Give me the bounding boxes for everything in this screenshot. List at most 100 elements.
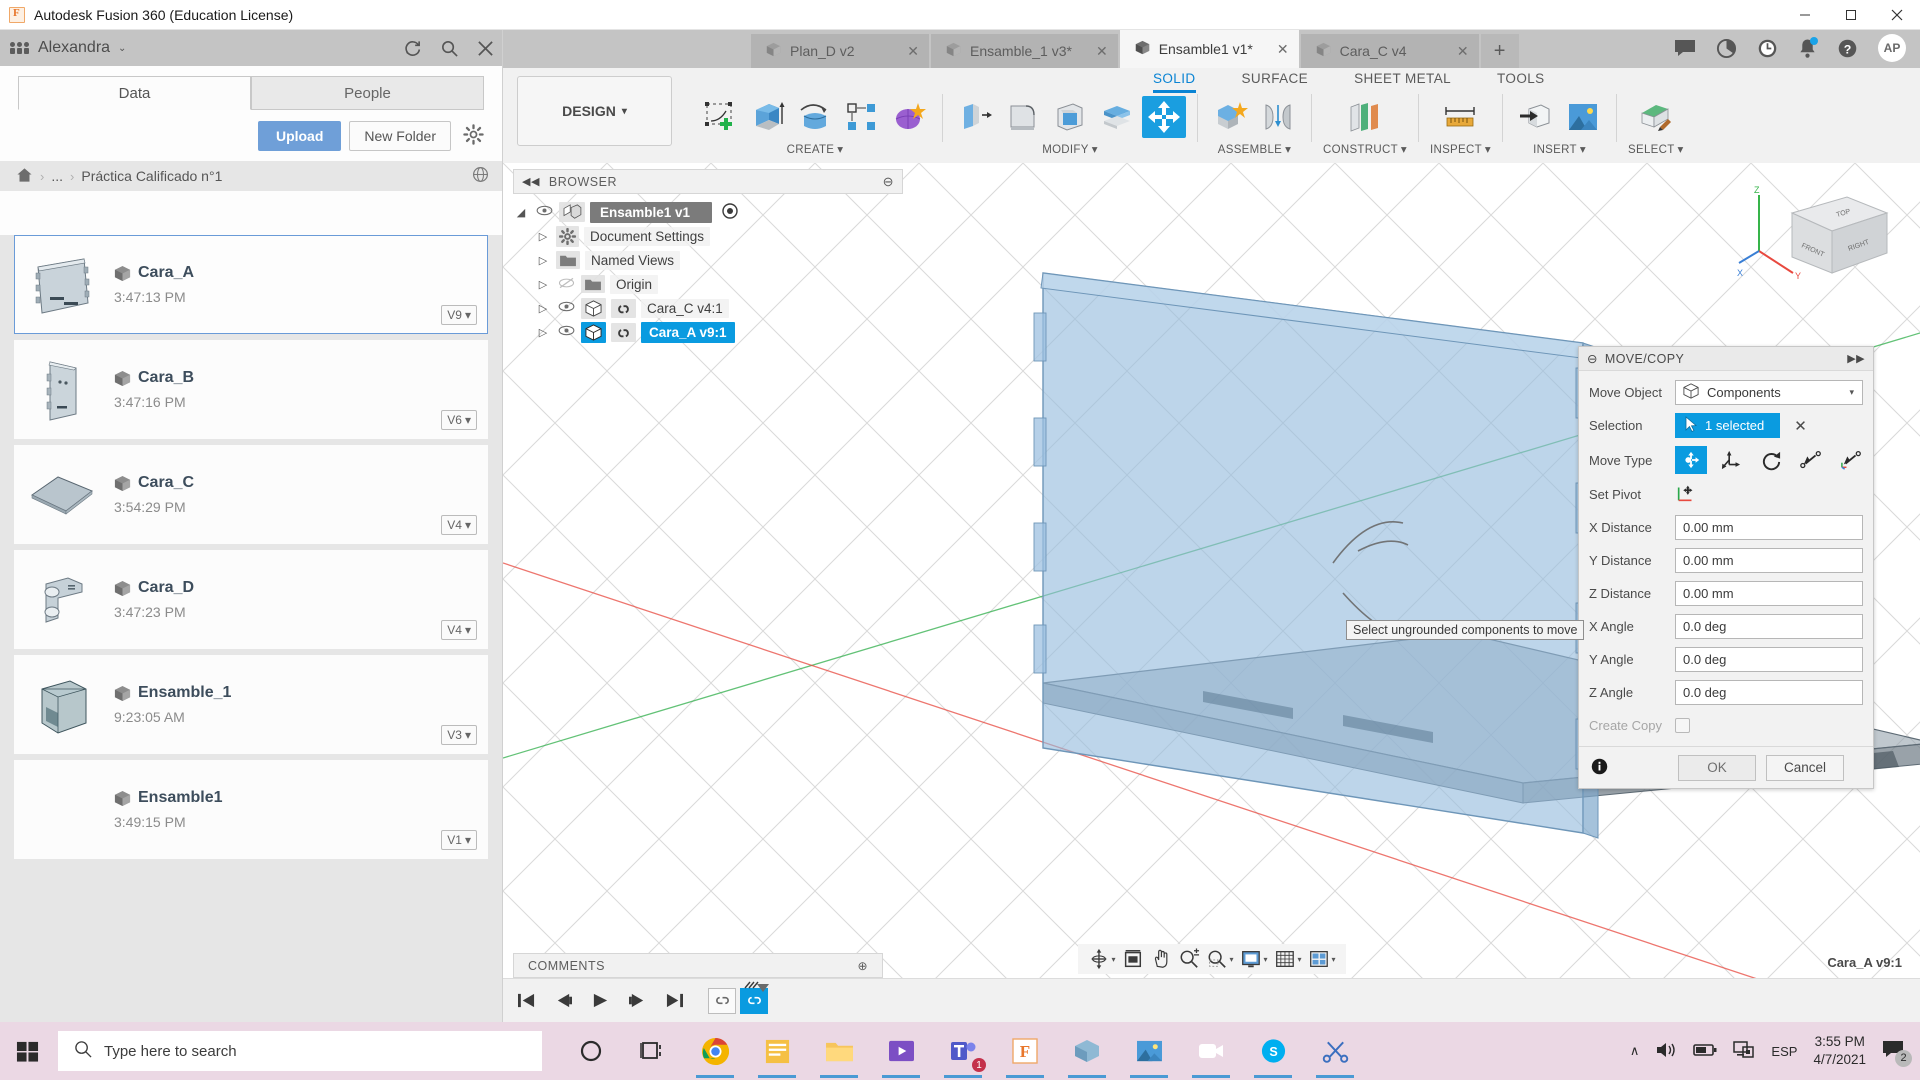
media-player-icon[interactable] [870,1022,932,1080]
extrude-icon[interactable] [746,96,790,138]
play-icon[interactable] [591,992,610,1009]
y-distance-input[interactable]: 0.00 mm [1675,548,1863,573]
scissors-icon[interactable] [1304,1022,1366,1080]
twisty-icon[interactable]: ▷ [535,326,551,339]
chrome-icon[interactable] [684,1022,746,1080]
tree-node-document-settings[interactable]: ▷ Document Settings [513,224,903,248]
twisty-icon[interactable]: ▷ [535,230,551,243]
tab-surface[interactable]: SURFACE [1242,71,1309,93]
avatar[interactable]: AP [1878,34,1906,62]
grid-snap-icon[interactable]: ▾ [1274,948,1302,970]
add-comment-icon[interactable]: ⊕ [857,959,868,973]
question-help-icon[interactable]: ? [1837,38,1858,59]
close-tab-icon[interactable]: ✕ [1080,43,1108,60]
close-tab-icon[interactable]: ✕ [1261,41,1289,58]
ribbon-group-label[interactable]: MODIFY ▾ [1042,142,1098,156]
display-mode-icon[interactable]: ▾ [1239,948,1268,970]
visibility-eye-icon[interactable] [556,325,576,339]
jump-end-icon[interactable] [665,992,684,1009]
target-icon[interactable] [722,202,738,222]
home-icon[interactable] [16,167,33,186]
volume-icon[interactable] [1655,1041,1677,1062]
tree-node-ensamble1[interactable]: ◢ Ensamble1 v1 [513,200,903,224]
file-explorer-icon[interactable] [808,1022,870,1080]
insert-derive-icon[interactable] [1514,96,1558,138]
offset-face-icon[interactable] [1095,96,1139,138]
file-list[interactable]: Cara_A 3:47:13 PM V9 ▾ Cara_B 3:47:16 PM… [0,235,502,1022]
list-item[interactable]: Cara_C 3:54:29 PM V4 ▾ [14,445,488,544]
list-item[interactable]: Ensamble_1 9:23:05 AM V3 ▾ [14,655,488,754]
task-view-icon[interactable] [622,1022,684,1080]
info-icon[interactable] [1591,758,1608,778]
free-move-icon[interactable] [1675,446,1707,474]
battery-icon[interactable] [1693,1043,1717,1060]
y-angle-input[interactable]: 0.0 deg [1675,647,1863,672]
chevron-down-icon[interactable]: ▾ [1298,955,1302,964]
ok-button[interactable]: OK [1678,754,1756,781]
close-button[interactable] [1874,0,1920,30]
pattern-icon[interactable] [840,96,884,138]
form-icon[interactable] [887,96,931,138]
joint-feature-active-icon[interactable] [740,981,769,1014]
twisty-icon[interactable]: ◢ [513,206,529,219]
file-name[interactable]: Ensamble1 [113,789,222,807]
joint-feature-icon[interactable] [708,987,736,1014]
upload-button[interactable]: Upload [257,121,342,151]
twisty-icon[interactable]: ▷ [535,254,551,267]
revolve-icon[interactable] [793,96,837,138]
job-status-icon[interactable] [1757,38,1778,59]
photos-icon[interactable] [1118,1022,1180,1080]
close-data-panel-icon[interactable] [477,40,494,57]
zoom-icon[interactable] [1177,948,1199,970]
ribbon-group-label[interactable]: CONSTRUCT ▾ [1323,142,1407,156]
list-item[interactable]: Cara_B 3:47:16 PM V6 ▾ [14,340,488,439]
chevron-down-icon[interactable]: ▾ [1111,955,1115,964]
comments-panel[interactable]: COMMENTS ⊕ [513,953,883,978]
step-back-icon[interactable] [554,992,573,1009]
comment-icon[interactable] [1674,38,1696,58]
ribbon-group-label[interactable]: INSERT ▾ [1533,142,1586,156]
tree-node-cara-c[interactable]: ▷ Cara_C v4:1 [513,296,903,320]
orbit-icon[interactable]: ▾ [1087,948,1115,970]
search-icon[interactable] [440,39,459,58]
rotate-icon[interactable] [1755,446,1787,474]
visibility-eye-icon[interactable] [556,301,576,315]
create-copy-checkbox[interactable] [1675,717,1690,733]
breadcrumb-current-folder[interactable]: Práctica Calificado n°1 [81,168,222,184]
ribbon-group-label[interactable]: SELECT ▾ [1628,142,1684,156]
file-name[interactable]: Cara_D [113,579,194,597]
cancel-button[interactable]: Cancel [1766,754,1844,781]
document-tab-ensamble1-active[interactable]: Ensamble1 v1* ✕ [1119,30,1299,68]
press-pull-icon[interactable] [954,96,998,138]
gear-icon[interactable] [463,124,484,148]
ribbon-group-label[interactable]: INSPECT ▾ [1430,142,1491,156]
visibility-hidden-eye-icon[interactable] [556,277,576,292]
ribbon-group-label[interactable]: CREATE ▾ [787,142,844,156]
pan-icon[interactable] [1149,948,1171,970]
z-distance-input[interactable]: 0.00 mm [1675,581,1863,606]
viewport-layout-icon[interactable]: ▾ [1308,948,1336,970]
action-center-icon[interactable]: 2 [1882,1040,1912,1067]
list-item[interactable]: Cara_A 3:47:13 PM V9 ▾ [14,235,488,334]
stop-icon[interactable]: ⊖ [1587,351,1598,366]
version-badge[interactable]: V1 ▾ [441,830,477,850]
version-badge[interactable]: V9 ▾ [441,305,477,325]
chevron-down-icon[interactable]: ▾ [1229,955,1233,964]
ribbon-group-label[interactable]: ASSEMBLE ▾ [1218,142,1291,156]
tab-data[interactable]: Data [18,76,251,110]
close-tab-icon[interactable]: ✕ [1441,43,1469,60]
move-object-select[interactable]: Components ▾ [1675,380,1863,405]
point-to-point-icon[interactable] [1795,446,1827,474]
tab-sheet-metal[interactable]: SHEET METAL [1354,71,1451,93]
tray-chevron-up-icon[interactable]: ∧ [1630,1043,1640,1059]
list-item[interactable]: Cara_D 3:47:23 PM V4 ▾ [14,550,488,649]
fillet-icon[interactable] [1001,96,1045,138]
point-to-position-icon[interactable] [1835,446,1867,474]
z-angle-input[interactable]: 0.0 deg [1675,680,1863,705]
display-settings-icon[interactable] [1121,948,1143,970]
team-name-label[interactable]: Alexandra [38,39,110,57]
minimize-button[interactable] [1782,0,1828,30]
clock[interactable]: 3:55 PM 4/7/2021 [1813,1033,1866,1069]
new-folder-button[interactable]: New Folder [349,121,451,151]
skype-icon[interactable]: S [1242,1022,1304,1080]
